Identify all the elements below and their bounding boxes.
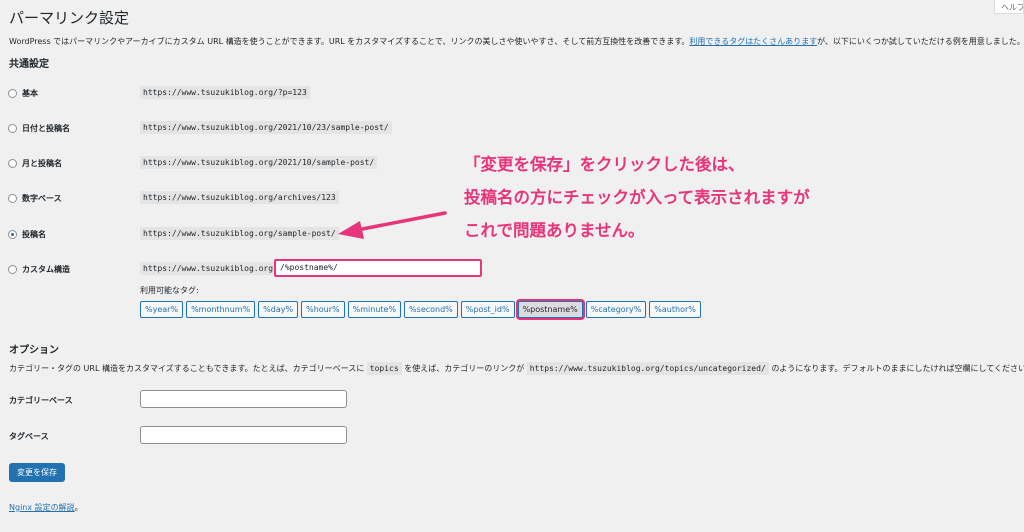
radio-numeric[interactable] <box>8 194 17 203</box>
tag-button-monthnum[interactable]: %monthnum% <box>186 301 256 318</box>
custom-base-url: https://www.tsuzukiblog.org <box>140 262 277 275</box>
save-changes-button[interactable]: 変更を保存 <box>9 463 65 482</box>
example-url-post-name: https://www.tsuzukiblog.org/sample-post/ <box>140 227 339 240</box>
tag-button-post-id[interactable]: %post_id% <box>460 301 515 318</box>
option-label: 投稿名 <box>22 230 46 239</box>
tag-button-second[interactable]: %second% <box>404 301 458 318</box>
option-post-name[interactable]: 投稿名 <box>8 229 46 240</box>
tag-base-input[interactable] <box>140 426 347 444</box>
options-description: カテゴリー・タグの URL 構造をカスタマイズすることもできます。たとえば、カテ… <box>9 362 1024 375</box>
custom-structure-input[interactable]: /%postname%/ <box>274 259 482 277</box>
help-tab[interactable]: ヘルプ <box>994 0 1024 14</box>
tag-button-day[interactable]: %day% <box>258 301 299 318</box>
option-label: 数字ベース <box>22 194 62 203</box>
option-numeric[interactable]: 数字ベース <box>8 193 62 204</box>
option-label: 日付と投稿名 <box>22 124 70 133</box>
option-label: 月と投稿名 <box>22 159 62 168</box>
radio-month-name[interactable] <box>8 159 17 168</box>
radio-custom-structure[interactable] <box>8 265 17 274</box>
available-tags-label: 利用可能なタグ: <box>140 286 199 295</box>
nginx-config-link[interactable]: Nginx 設定の解説 <box>9 503 75 512</box>
annotation-arrow-icon <box>338 211 447 239</box>
radio-plain[interactable] <box>8 89 17 98</box>
tag-button-hour[interactable]: %hour% <box>301 301 345 318</box>
example-url-plain: https://www.tsuzukiblog.org/?p=123 <box>140 86 310 99</box>
option-label: カスタム構造 <box>22 265 70 274</box>
annotation-line-3: これで問題ありません。 <box>464 221 645 240</box>
option-label: 基本 <box>22 89 38 98</box>
tag-buttons: %year% %monthnum% %day% %hour% %minute% … <box>140 301 701 318</box>
example-url-day-name: https://www.tsuzukiblog.org/2021/10/23/s… <box>140 121 392 134</box>
example-url-month-name: https://www.tsuzukiblog.org/2021/10/samp… <box>140 156 378 169</box>
category-base-input[interactable] <box>140 390 347 408</box>
common-settings-heading: 共通設定 <box>9 59 49 70</box>
annotation-line-1: 「変更を保存」をクリックした後は、 <box>464 155 745 174</box>
tag-base-label: タグベース <box>9 432 49 441</box>
tag-button-postname[interactable]: %postname% <box>517 301 583 318</box>
options-heading: オプション <box>9 345 59 356</box>
radio-post-name[interactable] <box>8 230 17 239</box>
option-custom-structure[interactable]: カスタム構造 <box>8 264 70 275</box>
annotation-line-2: 投稿名の方にチェックが入って表示されますが <box>464 188 810 207</box>
option-day-name[interactable]: 日付と投稿名 <box>8 123 70 134</box>
radio-day-name[interactable] <box>8 124 17 133</box>
page-title: パーマリンク設定 <box>9 9 130 27</box>
category-base-label: カテゴリーベース <box>9 396 73 405</box>
tag-button-year[interactable]: %year% <box>140 301 184 318</box>
tag-button-minute[interactable]: %minute% <box>347 301 402 318</box>
intro-text: WordPress ではパーマリンクやアーカイブにカスタム URL 構造を使うこ… <box>9 37 1024 46</box>
tag-button-author[interactable]: %author% <box>649 301 701 318</box>
option-plain[interactable]: 基本 <box>8 88 38 99</box>
tag-button-category[interactable]: %category% <box>585 301 647 318</box>
example-url-numeric: https://www.tsuzukiblog.org/archives/123 <box>140 191 339 204</box>
annotation-text: 「変更を保存」をクリックした後は、 投稿名の方にチェックが入って表示されますが … <box>464 148 810 247</box>
available-tags-link[interactable]: 利用できるタグはたくさんあります <box>689 37 817 46</box>
option-month-name[interactable]: 月と投稿名 <box>8 158 62 169</box>
nginx-note: Nginx 設定の解説。 <box>9 503 83 512</box>
